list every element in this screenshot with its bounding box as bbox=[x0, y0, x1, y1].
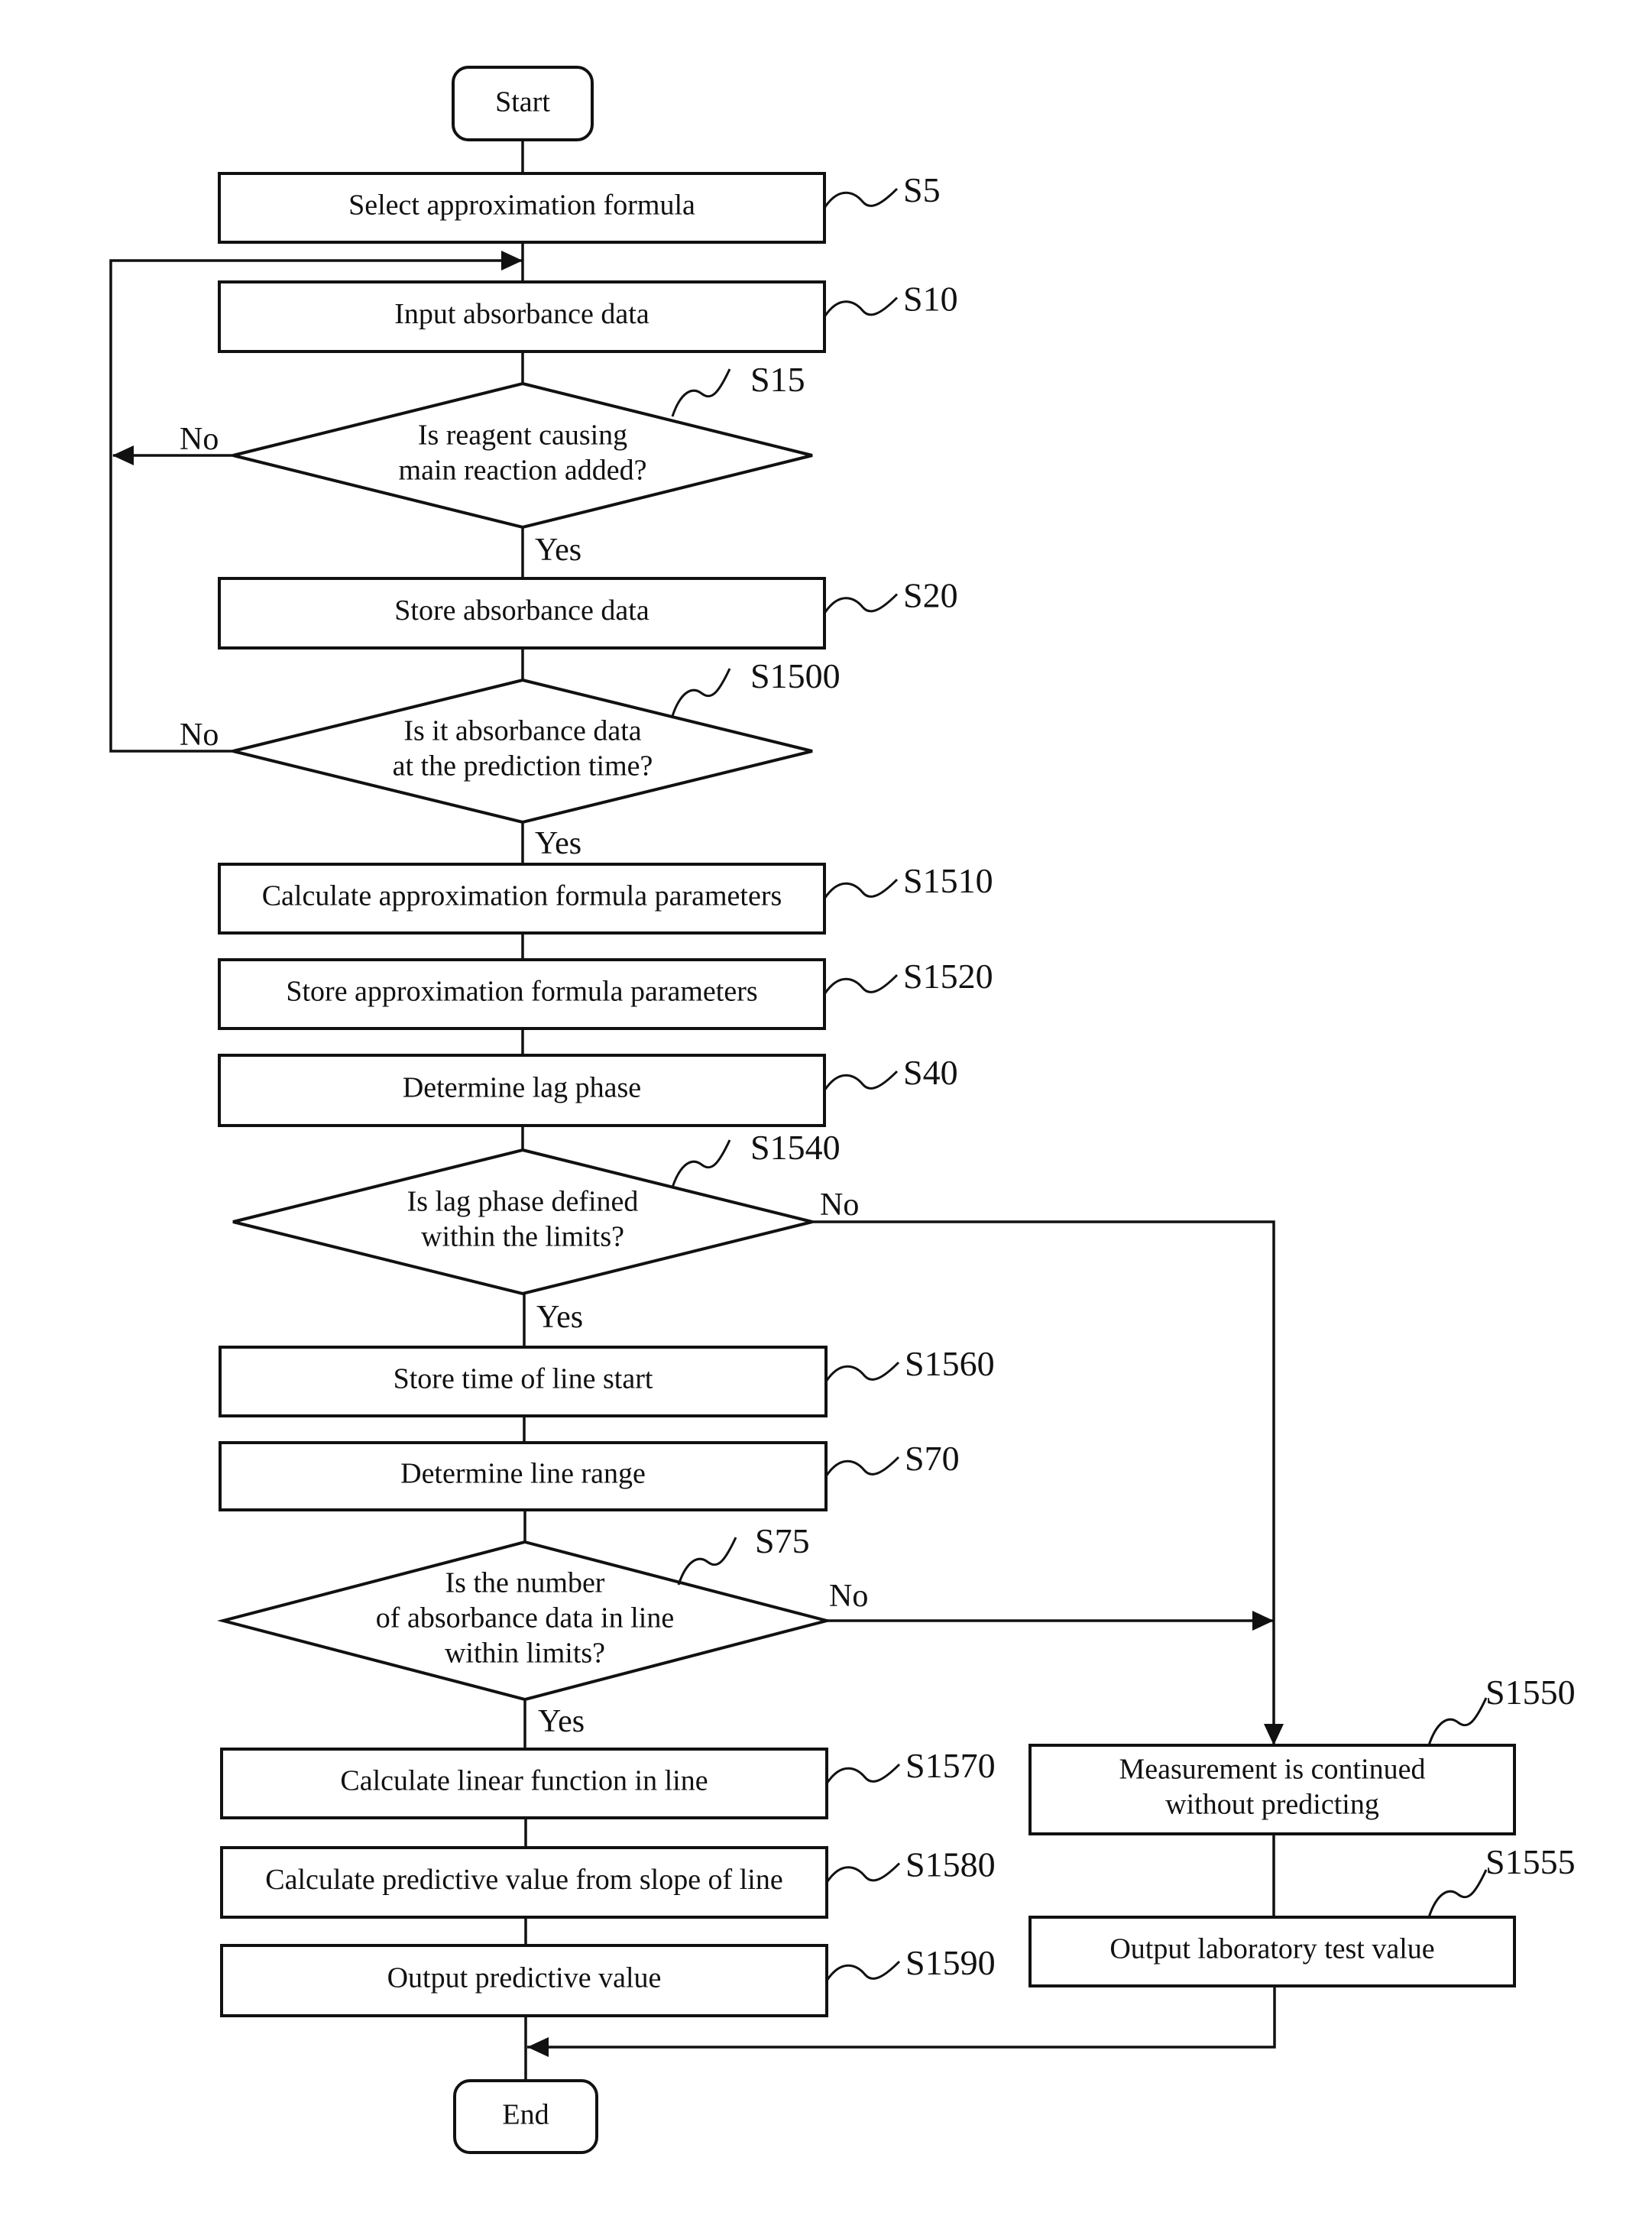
branch-label-no: No bbox=[820, 1187, 859, 1223]
start-terminal: Start bbox=[452, 66, 594, 141]
no-branch-connector bbox=[812, 1220, 1275, 1745]
node-text: Select approximation formula bbox=[348, 190, 695, 222]
node-text: Determine line range bbox=[400, 1458, 646, 1490]
node-s1520: Store approximation formula parameters bbox=[218, 958, 826, 1030]
step-id-label: S1590 bbox=[905, 1943, 996, 1982]
arrow-left-icon bbox=[112, 445, 134, 465]
node-text: without predicting bbox=[1165, 1789, 1379, 1821]
node-s1555: Output laboratory test value bbox=[1028, 1916, 1516, 1987]
node-s1580: Calculate predictive value from slope of… bbox=[220, 1846, 828, 1919]
branch-label-yes: Yes bbox=[535, 533, 581, 568]
leader-squiggle bbox=[671, 1139, 731, 1188]
branch-label-no: No bbox=[829, 1579, 868, 1614]
step-id-label: S75 bbox=[755, 1521, 810, 1560]
node-s1590: Output predictive value bbox=[220, 1944, 828, 2017]
leader-squiggle bbox=[823, 973, 899, 995]
node-text: Calculate approximation formula paramete… bbox=[262, 880, 782, 912]
node-text: Store absorbance data bbox=[394, 594, 649, 627]
step-id-label: S1510 bbox=[903, 861, 993, 900]
arrow-right-icon bbox=[1252, 1611, 1274, 1631]
node-s20: Store absorbance data bbox=[218, 577, 826, 650]
leader-squiggle bbox=[677, 1537, 737, 1586]
step-id-label: S1570 bbox=[905, 1746, 996, 1785]
node-s1560: Store time of line start bbox=[219, 1346, 828, 1417]
nodes: Start End Select approximation formula In… bbox=[217, 66, 1516, 2154]
node-text: main reaction added? bbox=[399, 455, 647, 487]
leader-squiggle bbox=[824, 1361, 900, 1382]
leader-squiggle bbox=[824, 1456, 900, 1477]
step-id-label: S1540 bbox=[750, 1128, 841, 1167]
arrow-left-icon bbox=[527, 2037, 549, 2057]
leader-squiggle bbox=[671, 668, 731, 717]
leader-squiggle bbox=[825, 1763, 901, 1784]
node-s1570: Calculate linear function in line bbox=[220, 1748, 828, 1819]
node-s1550: Measurement is continuedwithout predicti… bbox=[1028, 1744, 1516, 1835]
node-text: Is reagent causing bbox=[418, 420, 627, 452]
branch-label-no: No bbox=[180, 718, 219, 753]
leader-squiggle bbox=[823, 593, 899, 614]
node-s1500: Is it absorbance dataat the prediction t… bbox=[232, 678, 813, 824]
arrow-down-icon bbox=[1264, 1724, 1284, 1745]
flowchart: Start End Select approximation formula In… bbox=[109, 66, 1576, 2154]
end-terminal: End bbox=[453, 2079, 598, 2154]
node-text: Is the number bbox=[445, 1567, 605, 1599]
node-text: Store approximation formula parameters bbox=[286, 976, 757, 1008]
leader-squiggle bbox=[671, 368, 731, 417]
leader-squiggle bbox=[823, 296, 899, 318]
leader-squiggle bbox=[1427, 1869, 1488, 1918]
branch-label-yes: Yes bbox=[538, 1704, 585, 1739]
step-id-label: S1555 bbox=[1485, 1842, 1576, 1881]
node-text: at the prediction time? bbox=[393, 750, 653, 782]
node-text: of absorbance data in line bbox=[376, 1602, 674, 1634]
step-id-label: S1500 bbox=[750, 656, 841, 695]
node-s15: Is reagent causingmain reaction added? bbox=[232, 381, 813, 530]
node-text: Is it absorbance data bbox=[403, 715, 641, 747]
step-id-label: S1520 bbox=[903, 957, 993, 996]
node-text: Measurement is continued bbox=[1119, 1754, 1425, 1786]
branch-label-yes: Yes bbox=[536, 1300, 583, 1335]
node-s5: Select approximation formula bbox=[218, 172, 826, 244]
step-id-label: S1580 bbox=[905, 1845, 996, 1884]
node-s70: Determine line range bbox=[219, 1441, 828, 1511]
node-text: Calculate predictive value from slope of… bbox=[265, 1864, 782, 1896]
start-label: Start bbox=[495, 86, 550, 118]
node-s40: Determine lag phase bbox=[218, 1054, 826, 1127]
node-text: Is lag phase defined bbox=[407, 1186, 639, 1218]
arrow-right-icon bbox=[501, 251, 523, 270]
step-id-label: S1550 bbox=[1485, 1673, 1576, 1712]
leader-squiggle bbox=[1427, 1697, 1488, 1746]
leader-squiggle bbox=[823, 878, 899, 899]
step-id-label: S5 bbox=[903, 170, 941, 209]
node-text: Output predictive value bbox=[387, 1962, 662, 1994]
node-s1510: Calculate approximation formula paramete… bbox=[218, 863, 826, 935]
leader-squiggle bbox=[823, 187, 899, 209]
step-id-label: S40 bbox=[903, 1053, 958, 1092]
step-id-label: S20 bbox=[903, 576, 958, 615]
step-id-label: S70 bbox=[905, 1439, 960, 1478]
node-text: within limits? bbox=[445, 1638, 605, 1670]
node-s75: Is the numberof absorbance data in line w… bbox=[217, 1540, 833, 1702]
leader-squiggle bbox=[825, 1960, 901, 1981]
node-text: Determine lag phase bbox=[403, 1072, 641, 1104]
branch-label-yes: Yes bbox=[535, 826, 581, 861]
node-text: Calculate linear function in line bbox=[340, 1765, 708, 1797]
leader-squiggle bbox=[825, 1862, 901, 1884]
node-text: Input absorbance data bbox=[394, 298, 649, 330]
branch-label-no: No bbox=[180, 422, 219, 457]
end-label: End bbox=[502, 2099, 549, 2131]
step-id-label: S10 bbox=[903, 280, 958, 319]
node-text: Store time of line start bbox=[394, 1363, 653, 1395]
step-id-label: S15 bbox=[750, 360, 805, 399]
node-text: within the limits? bbox=[421, 1221, 624, 1253]
leader-squiggle bbox=[823, 1070, 899, 1091]
node-s10: Input absorbance data bbox=[218, 280, 826, 353]
node-text: Output laboratory test value bbox=[1109, 1933, 1434, 1965]
node-s1540: Is lag phase definedwithin the limits? bbox=[232, 1148, 813, 1296]
step-id-label: S1560 bbox=[905, 1344, 995, 1383]
